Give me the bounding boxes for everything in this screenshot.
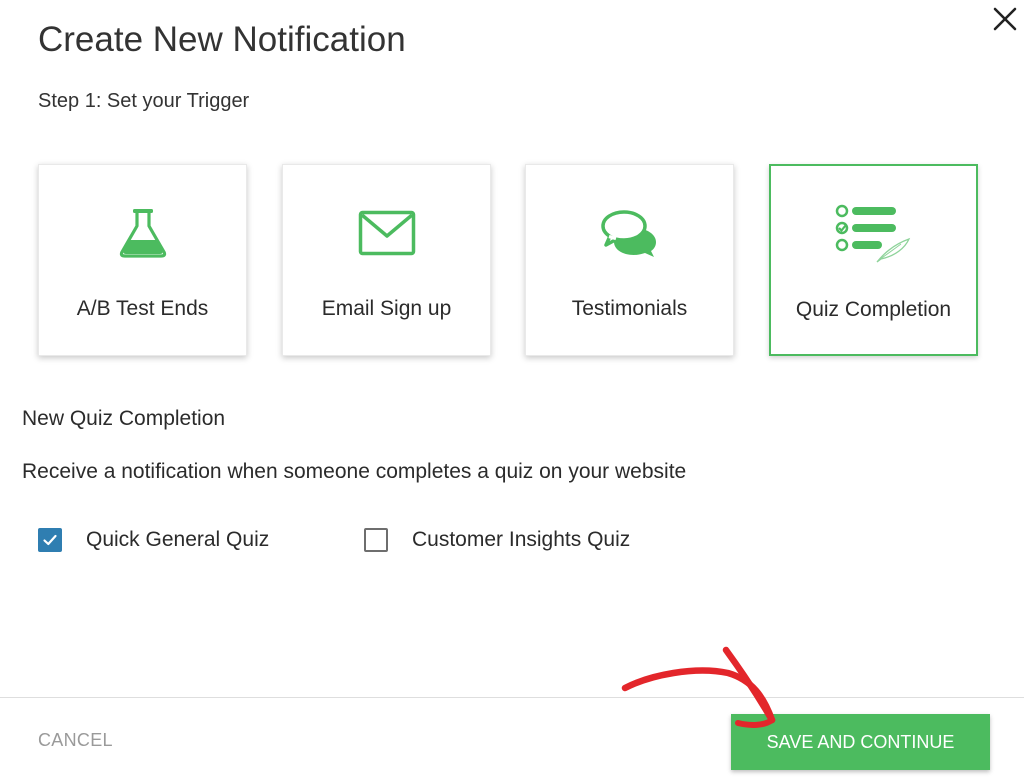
trigger-card-email-signup[interactable]: Email Sign up bbox=[282, 164, 491, 356]
customer-insights-quiz-checkbox[interactable] bbox=[364, 528, 388, 552]
annotation-arrow-icon bbox=[621, 646, 776, 728]
section-description: Receive a notification when someone comp… bbox=[22, 460, 687, 483]
speech-bubbles-icon bbox=[526, 203, 733, 263]
close-button[interactable] bbox=[990, 4, 1020, 34]
save-and-continue-button[interactable]: SAVE AND CONTINUE bbox=[731, 714, 990, 770]
trigger-label: Email Sign up bbox=[321, 297, 452, 320]
trigger-card-quiz-completion[interactable]: Quiz Completion bbox=[769, 164, 978, 356]
close-icon bbox=[993, 7, 1017, 31]
trigger-label: A/B Test Ends bbox=[76, 297, 209, 320]
cancel-button[interactable]: CANCEL bbox=[38, 730, 113, 751]
section-title: New Quiz Completion bbox=[22, 407, 226, 430]
quiz-option-label: Quick General Quiz bbox=[86, 528, 270, 551]
dialog-title: Create New Notification bbox=[38, 20, 406, 59]
quick-general-quiz-checkbox[interactable] bbox=[38, 528, 62, 552]
checkmark-icon bbox=[43, 534, 57, 546]
flask-icon bbox=[39, 203, 246, 263]
quiz-option-label: Customer Insights Quiz bbox=[412, 528, 631, 551]
footer-divider bbox=[0, 697, 1024, 698]
quiz-option-customer-insights[interactable]: Customer Insights Quiz bbox=[364, 528, 630, 552]
trigger-card-ab-test[interactable]: A/B Test Ends bbox=[38, 164, 247, 356]
quiz-option-quick-general[interactable]: Quick General Quiz bbox=[38, 528, 269, 552]
checklist-icon bbox=[771, 204, 976, 264]
step-label: Step 1: Set your Trigger bbox=[38, 90, 250, 112]
trigger-card-testimonials[interactable]: Testimonials bbox=[525, 164, 734, 356]
trigger-label: Testimonials bbox=[571, 297, 688, 320]
trigger-label: Quiz Completion bbox=[795, 298, 952, 321]
envelope-icon bbox=[283, 203, 490, 263]
